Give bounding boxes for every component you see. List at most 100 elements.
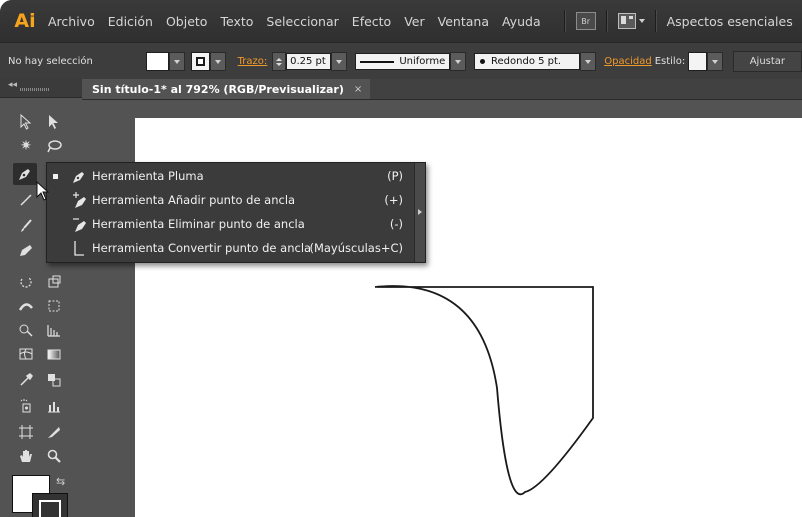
blob-brush-icon[interactable] bbox=[14, 239, 38, 261]
brush-label: Redondo 5 pt. bbox=[491, 56, 562, 67]
graphic-style-swatch[interactable] bbox=[688, 52, 707, 71]
flyout-item-delete-anchor[interactable]: Herramienta Eliminar punto de ancla (-) bbox=[47, 212, 415, 236]
stroke-panel-link[interactable]: Trazo: bbox=[238, 56, 268, 67]
menu-ayuda[interactable]: Ayuda bbox=[502, 14, 541, 29]
flyout-item-label: Herramienta Añadir punto de ancla bbox=[92, 193, 296, 207]
grip-icon[interactable] bbox=[20, 88, 50, 91]
stroke-weight-stepper[interactable] bbox=[272, 52, 287, 71]
chevron-down-icon bbox=[336, 59, 343, 64]
mouse-cursor-icon bbox=[36, 181, 50, 201]
hand-icon[interactable] bbox=[14, 445, 38, 467]
fill-dropdown[interactable] bbox=[169, 52, 186, 71]
menu-texto[interactable]: Texto bbox=[220, 14, 253, 29]
perspective-grid-icon[interactable] bbox=[42, 319, 66, 341]
flyout-item-pen[interactable]: Herramienta Pluma (P) bbox=[47, 164, 415, 188]
menu-seleccionar[interactable]: Seleccionar bbox=[266, 14, 338, 29]
document-tab[interactable]: Sin título-1* al 792% (RGB/Previsualizar… bbox=[82, 79, 371, 99]
flyout-item-convert-anchor[interactable]: Herramienta Convertir punto de ancla (Ma… bbox=[47, 236, 415, 260]
tear-off-tab[interactable] bbox=[414, 163, 425, 262]
add-anchor-icon bbox=[73, 192, 86, 208]
mesh-icon[interactable] bbox=[14, 343, 38, 365]
paintbrush-icon[interactable] bbox=[14, 215, 38, 237]
flyout-item-shortcut: (-) bbox=[389, 217, 403, 231]
stroke-icon bbox=[196, 57, 206, 66]
line-profile-icon bbox=[360, 60, 395, 63]
document-tab-title: Sin título-1* al 792% (RGB/Previsualizar… bbox=[92, 82, 344, 96]
control-bar: No hay selección Trazo: 0.25 pt Uniforme… bbox=[0, 42, 802, 81]
stroke-weight-field[interactable]: 0.25 pt bbox=[286, 53, 332, 70]
pen-icon[interactable] bbox=[13, 163, 37, 185]
chevron-down-icon bbox=[455, 59, 462, 64]
column-graph-icon[interactable] bbox=[42, 395, 66, 417]
chevron-down-icon bbox=[174, 59, 181, 64]
direct-selection-icon[interactable] bbox=[42, 111, 66, 133]
rotate-icon[interactable] bbox=[14, 271, 38, 293]
menu-divider bbox=[605, 10, 608, 32]
opacity-link[interactable]: Opacidad bbox=[604, 56, 651, 67]
artboard-icon[interactable] bbox=[14, 421, 38, 443]
illustrator-window: Ai Archivo Edición Objeto Texto Seleccio… bbox=[0, 0, 802, 517]
lasso-icon[interactable] bbox=[42, 135, 66, 157]
brush-dropdown[interactable] bbox=[580, 52, 597, 71]
slice-icon[interactable] bbox=[42, 421, 66, 443]
style-label: Estilo: bbox=[654, 56, 686, 67]
width-icon[interactable] bbox=[14, 295, 38, 317]
menu-ventana[interactable]: Ventana bbox=[438, 14, 489, 29]
ajustar-button[interactable]: Ajustar bbox=[732, 51, 802, 72]
convert-anchor-icon bbox=[74, 241, 84, 256]
menu-efecto[interactable]: Efecto bbox=[352, 14, 391, 29]
app-logo: Ai bbox=[14, 10, 36, 32]
flyout-item-add-anchor[interactable]: Herramienta Añadir punto de ancla (+) bbox=[47, 188, 415, 212]
chevron-down-icon bbox=[214, 59, 221, 64]
brush-dot-icon bbox=[480, 59, 486, 64]
flyout-item-shortcut: (+) bbox=[384, 193, 403, 207]
tools-panel: ◂◂ ✷ ⇆ bbox=[0, 79, 82, 517]
profile-label: Uniforme bbox=[399, 56, 446, 67]
menu-edicion[interactable]: Edición bbox=[108, 14, 153, 29]
chevron-down-icon bbox=[711, 59, 718, 64]
workspace-switcher[interactable]: Aspectos esenciales bbox=[667, 14, 793, 29]
stroke-dropdown[interactable] bbox=[209, 52, 226, 71]
flyout-item-label: Herramienta Eliminar punto de ancla bbox=[92, 217, 305, 231]
arrow-up-icon bbox=[276, 57, 283, 61]
collapse-icon[interactable]: ◂◂ bbox=[8, 80, 17, 90]
menu-bar: Ai Archivo Edición Objeto Texto Seleccio… bbox=[0, 0, 802, 42]
eyedropper-icon[interactable] bbox=[14, 369, 38, 391]
arrange-documents-icon bbox=[617, 13, 636, 29]
magic-wand-icon[interactable]: ✷ bbox=[14, 135, 38, 157]
stroke-swatch[interactable] bbox=[32, 493, 68, 517]
bridge-button[interactable]: Br bbox=[575, 12, 596, 30]
stroke-weight-dropdown[interactable] bbox=[331, 52, 348, 71]
swap-colors-icon[interactable]: ⇆ bbox=[56, 475, 65, 488]
brush-definition[interactable]: Redondo 5 pt. bbox=[474, 53, 581, 70]
selection-icon[interactable] bbox=[14, 111, 38, 133]
flyout-item-label: Herramienta Pluma bbox=[92, 169, 204, 183]
profile-dropdown[interactable] bbox=[450, 52, 467, 71]
arrange-documents-button[interactable] bbox=[617, 13, 645, 29]
menu-ver[interactable]: Ver bbox=[404, 14, 424, 29]
line-icon[interactable] bbox=[14, 189, 38, 211]
stroke-color-swatch[interactable] bbox=[191, 52, 210, 71]
gradient-icon[interactable] bbox=[42, 343, 66, 365]
selected-bullet-icon bbox=[53, 173, 58, 179]
menu-divider bbox=[654, 10, 657, 32]
tools-panel-header[interactable]: ◂◂ bbox=[0, 79, 82, 98]
shape-builder-icon[interactable] bbox=[14, 319, 38, 341]
zoom-icon[interactable] bbox=[42, 445, 66, 467]
document-tab-bar: Sin título-1* al 792% (RGB/Previsualizar… bbox=[82, 79, 802, 100]
variable-width-profile[interactable]: Uniforme bbox=[355, 53, 451, 70]
style-dropdown[interactable] bbox=[706, 52, 723, 71]
flyout-item-label: Herramienta Convertir punto de ancla bbox=[92, 241, 312, 255]
delete-anchor-icon bbox=[73, 218, 86, 232]
menu-archivo[interactable]: Archivo bbox=[48, 14, 95, 29]
symbol-sprayer-icon[interactable] bbox=[14, 395, 38, 417]
menu-objeto[interactable]: Objeto bbox=[166, 14, 208, 29]
selection-status: No hay selección bbox=[8, 56, 93, 67]
flyout-item-shortcut: (Mayúsculas+C) bbox=[309, 241, 403, 255]
arrow-down-icon bbox=[276, 62, 283, 66]
close-icon[interactable]: × bbox=[354, 84, 362, 95]
scale-icon[interactable] bbox=[42, 271, 66, 293]
fill-color-swatch[interactable] bbox=[145, 52, 170, 71]
blend-icon[interactable] bbox=[42, 369, 66, 391]
free-transform-icon[interactable] bbox=[42, 295, 66, 317]
